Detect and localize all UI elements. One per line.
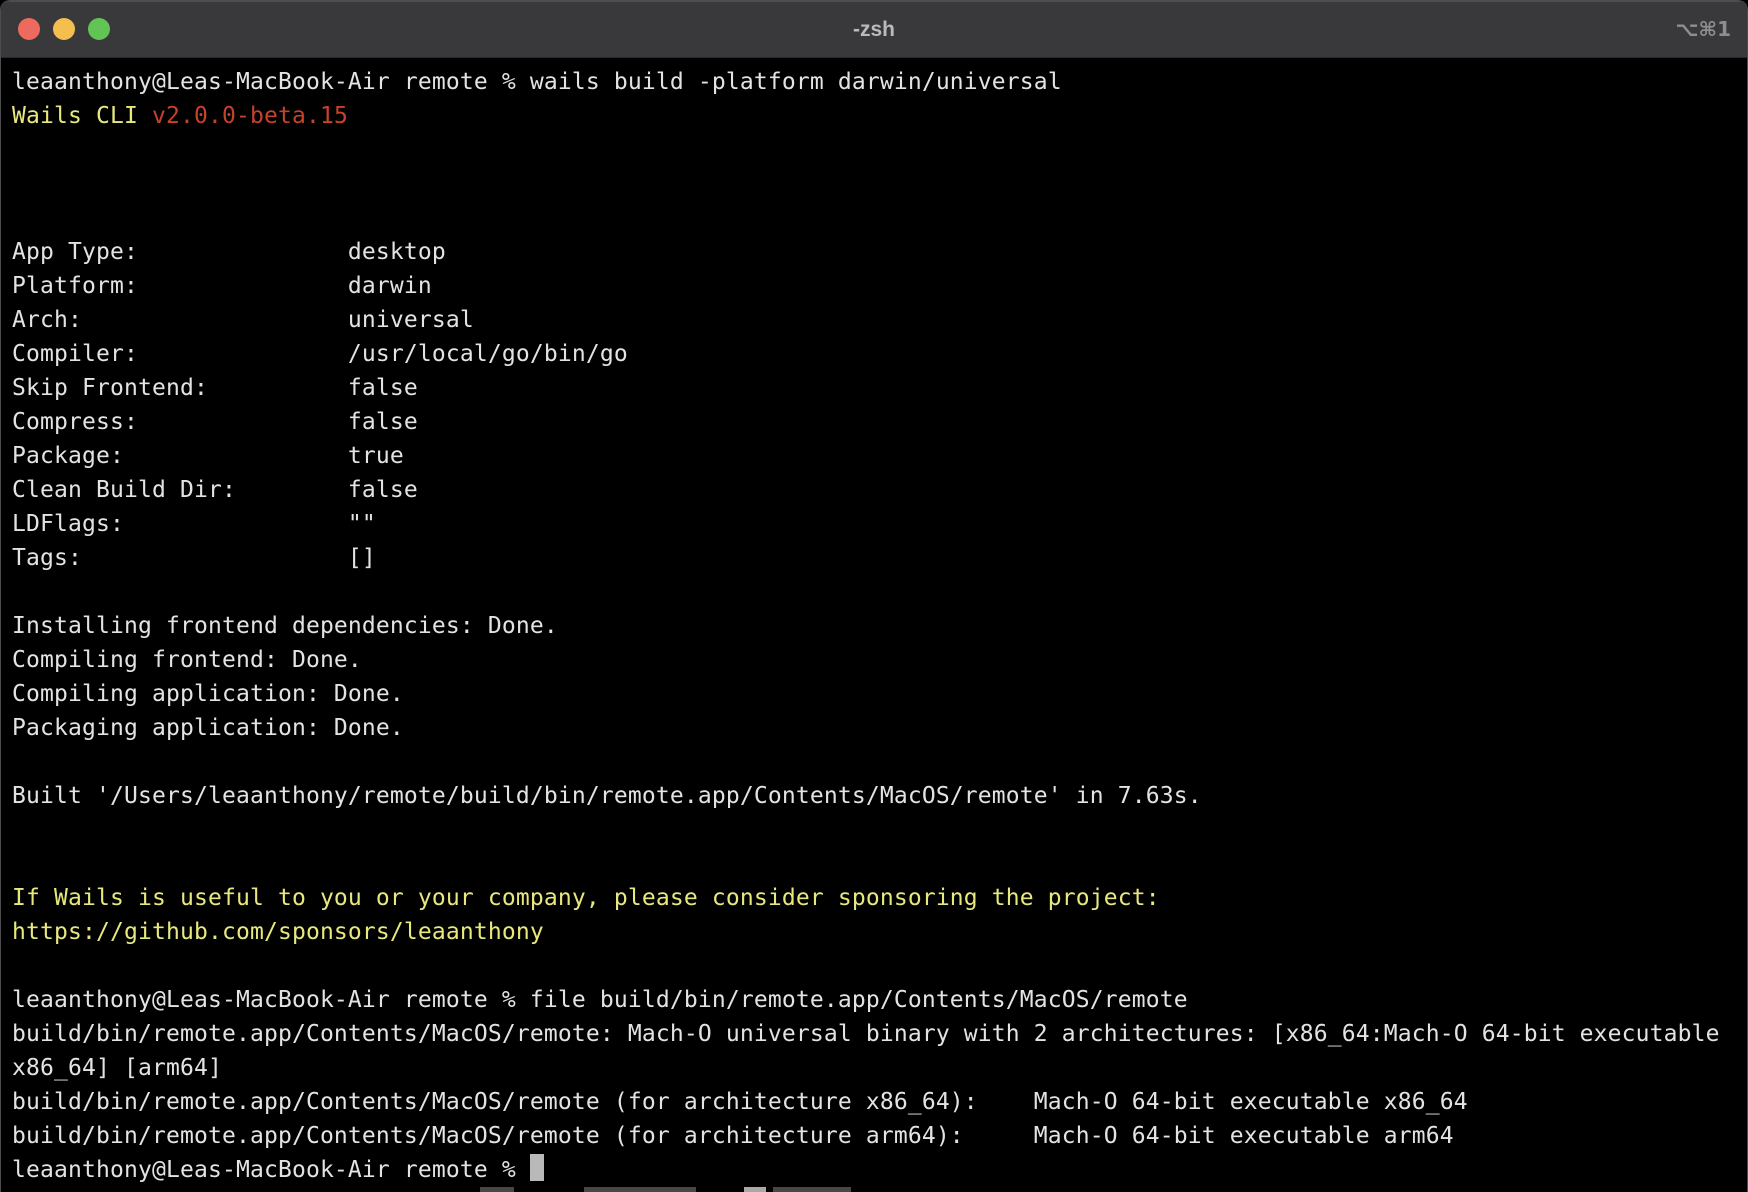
clipped-text-fragment [480, 1187, 514, 1192]
terminal-text: Wails CLI [12, 103, 152, 129]
terminal-text: Compress: false [12, 409, 418, 435]
terminal-output[interactable]: leaanthony@Leas-MacBook-Air remote % wai… [1, 58, 1747, 1186]
terminal-line: Platform: darwin [12, 269, 1747, 303]
terminal-line: Compiling frontend: Done. [12, 643, 1747, 677]
terminal-line: App Type: desktop [12, 235, 1747, 269]
terminal-text: Compiler: /usr/local/go/bin/go [12, 341, 628, 367]
terminal-line: Installing frontend dependencies: Done. [12, 609, 1747, 643]
terminal-line: Package: true [12, 439, 1747, 473]
clipped-text-fragment [744, 1187, 766, 1192]
terminal-line [12, 847, 1747, 881]
terminal-text: Skip Frontend: false [12, 375, 418, 401]
terminal-line: x86_64] [arm64] [12, 1051, 1747, 1085]
terminal-text: leaanthony@Leas-MacBook-Air remote % [12, 1157, 530, 1183]
tab-shortcut-label: ⌥⌘1 [1675, 1, 1731, 57]
terminal-line: Skip Frontend: false [12, 371, 1747, 405]
terminal-text: https://github.com/sponsors/leaanthony [12, 919, 544, 945]
terminal-text: Arch: universal [12, 307, 474, 333]
terminal-text: Built '/Users/leaanthony/remote/build/bi… [12, 783, 1202, 809]
terminal-line: build/bin/remote.app/Contents/MacOS/remo… [12, 1085, 1747, 1119]
terminal-line: leaanthony@Leas-MacBook-Air remote % wai… [12, 65, 1747, 99]
terminal-line: build/bin/remote.app/Contents/MacOS/remo… [12, 1119, 1747, 1153]
terminal-text: Packaging application: Done. [12, 715, 404, 741]
terminal-line: Built '/Users/leaanthony/remote/build/bi… [12, 779, 1747, 813]
terminal-text: build/bin/remote.app/Contents/MacOS/remo… [12, 1021, 1720, 1047]
terminal-text: LDFlags: "" [12, 511, 376, 537]
terminal-text: Clean Build Dir: false [12, 477, 418, 503]
terminal-line: Clean Build Dir: false [12, 473, 1747, 507]
terminal-text: build/bin/remote.app/Contents/MacOS/remo… [12, 1123, 1454, 1149]
terminal-text: Compiling frontend: Done. [12, 647, 362, 673]
terminal-line [12, 949, 1747, 983]
terminal-line: Compiling application: Done. [12, 677, 1747, 711]
terminal-line: Wails CLI v2.0.0-beta.15 [12, 99, 1747, 133]
terminal-line [12, 575, 1747, 609]
terminal-line [12, 813, 1747, 847]
titlebar[interactable]: -zsh ⌥⌘1 [1, 1, 1747, 58]
window-title: -zsh [1, 1, 1747, 57]
terminal-line: If Wails is useful to you or your compan… [12, 881, 1747, 915]
terminal-text: leaanthony@Leas-MacBook-Air remote % fil… [12, 987, 1188, 1013]
terminal-text: build/bin/remote.app/Contents/MacOS/remo… [12, 1089, 1468, 1115]
terminal-line [12, 167, 1747, 201]
terminal-line [12, 201, 1747, 235]
terminal-line: Packaging application: Done. [12, 711, 1747, 745]
terminal-text: x86_64] [arm64] [12, 1055, 222, 1081]
terminal-text: Platform: darwin [12, 273, 432, 299]
clipped-text-fragment [584, 1187, 696, 1192]
terminal-line [12, 133, 1747, 167]
terminal-text: v2.0.0-beta.15 [152, 103, 348, 129]
terminal-cursor [530, 1154, 544, 1181]
clipped-text-fragment [773, 1187, 851, 1192]
terminal-line: Arch: universal [12, 303, 1747, 337]
terminal-line: leaanthony@Leas-MacBook-Air remote % fil… [12, 983, 1747, 1017]
terminal-line: LDFlags: "" [12, 507, 1747, 541]
terminal-text: leaanthony@Leas-MacBook-Air remote % wai… [12, 69, 1062, 95]
terminal-line: build/bin/remote.app/Contents/MacOS/remo… [12, 1017, 1747, 1051]
terminal-line: leaanthony@Leas-MacBook-Air remote % [12, 1153, 1747, 1186]
terminal-text: Installing frontend dependencies: Done. [12, 613, 558, 639]
clipped-background-content [1, 1186, 1747, 1192]
terminal-line: Compress: false [12, 405, 1747, 439]
terminal-text: Package: true [12, 443, 404, 469]
terminal-text: App Type: desktop [12, 239, 446, 265]
terminal-line: https://github.com/sponsors/leaanthony [12, 915, 1747, 949]
terminal-text: Compiling application: Done. [12, 681, 404, 707]
terminal-line: Tags: [] [12, 541, 1747, 575]
terminal-text: If Wails is useful to you or your compan… [12, 885, 1160, 911]
terminal-window: -zsh ⌥⌘1 leaanthony@Leas-MacBook-Air rem… [0, 0, 1748, 1192]
terminal-line [12, 745, 1747, 779]
terminal-text: Tags: [] [12, 545, 376, 571]
terminal-line: Compiler: /usr/local/go/bin/go [12, 337, 1747, 371]
